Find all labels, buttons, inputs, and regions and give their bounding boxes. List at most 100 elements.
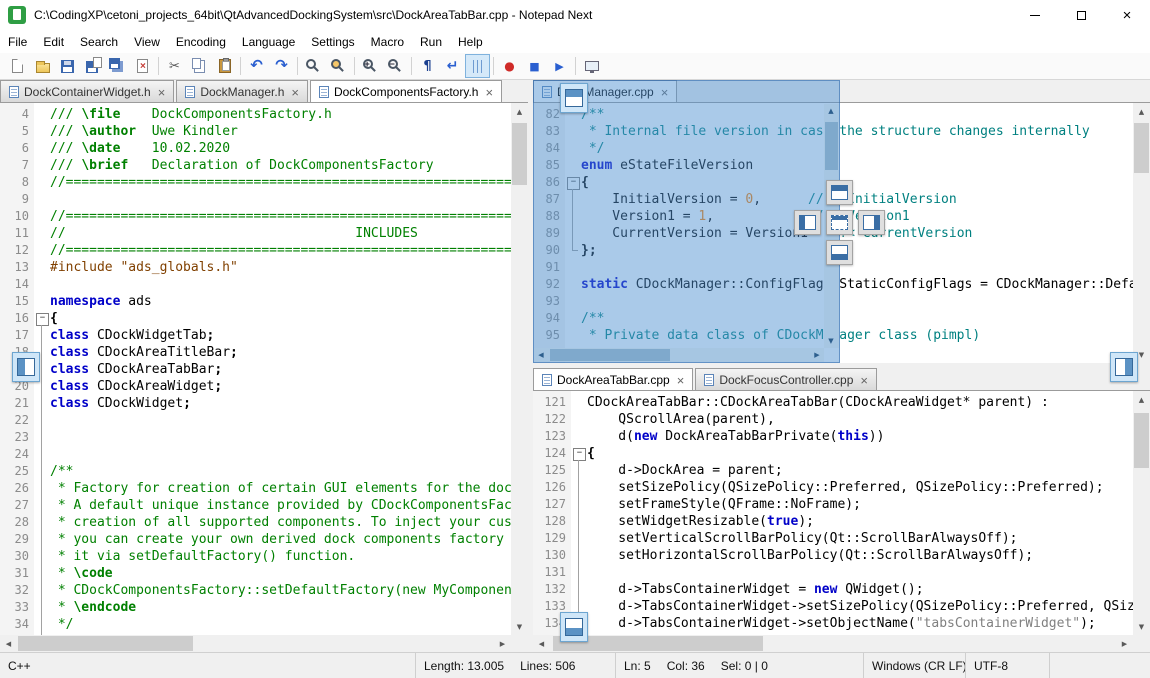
scrollbar-thumb[interactable] (1134, 413, 1149, 468)
line-number: 24 (0, 446, 34, 463)
tab-dockareatabbar.cpp[interactable]: DockAreaTabBar.cpp× (533, 368, 693, 391)
scroll-up-icon[interactable]: ▲ (511, 103, 528, 120)
save-file-button[interactable] (55, 54, 80, 78)
redo-button[interactable] (269, 54, 294, 78)
word-wrap-button[interactable] (440, 54, 465, 78)
show-all-characters-button[interactable] (415, 54, 440, 78)
dock-edge-indicator-left[interactable] (12, 352, 40, 382)
menu-item-run[interactable]: Run (412, 30, 450, 53)
find-button[interactable] (301, 54, 326, 78)
menu-item-file[interactable]: File (0, 30, 35, 53)
tab-close-icon[interactable]: × (158, 86, 166, 99)
tab-dockcontainerwidget.h[interactable]: DockContainerWidget.h× (0, 80, 174, 103)
horizontal-scrollbar[interactable]: ◀ ▶ (533, 635, 1133, 652)
menu-item-view[interactable]: View (126, 30, 168, 53)
file-icon (542, 374, 552, 386)
zoom-out-button[interactable] (383, 54, 408, 78)
line-number: 25 (0, 463, 34, 480)
code-editor-dockcomponentsfactory[interactable]: 4/// \file DockComponentsFactory.h5/// \… (0, 103, 528, 652)
code-text (50, 429, 511, 446)
fold-margin (571, 394, 587, 411)
drop-area-top[interactable] (826, 180, 853, 205)
status-text: Windows (CR LF) (872, 659, 966, 673)
menu-item-help[interactable]: Help (450, 30, 491, 53)
bottom-right-code[interactable]: 121CDockAreaTabBar::CDockAreaTabBar(CDoc… (533, 391, 1133, 635)
paste-button[interactable] (212, 54, 237, 78)
dock-edge-indicator-right[interactable] (1110, 352, 1138, 382)
scroll-down-icon[interactable]: ▼ (511, 618, 528, 635)
fold-margin (34, 140, 50, 157)
tab-close-icon[interactable]: × (860, 374, 868, 387)
scroll-up-icon[interactable]: ▲ (1133, 391, 1150, 408)
menu-item-edit[interactable]: Edit (35, 30, 72, 53)
fold-marker[interactable] (34, 310, 50, 327)
copy-button[interactable] (187, 54, 212, 78)
drop-area-bottom[interactable] (826, 240, 853, 265)
vertical-scrollbar[interactable]: ▲ ▼ (1133, 391, 1150, 635)
tab-close-icon[interactable]: × (291, 86, 299, 99)
macro-record-button[interactable] (497, 54, 522, 78)
indentation-guides-button[interactable] (465, 54, 490, 78)
dock-area-bottom-right: DockAreaTabBar.cpp×DockFocusController.c… (533, 368, 1150, 652)
horizontal-scrollbar[interactable]: ◀ ▶ (0, 635, 511, 652)
close-file-button[interactable] (130, 54, 155, 78)
single-view-button[interactable] (579, 54, 604, 78)
macro-play-icon (555, 57, 563, 75)
menu-item-macro[interactable]: Macro (363, 30, 412, 53)
fold-marker[interactable] (571, 445, 587, 462)
drop-area-center[interactable] (826, 210, 853, 235)
line-number: 126 (533, 479, 571, 496)
maximize-button[interactable] (1058, 0, 1104, 30)
drop-area-right[interactable] (858, 210, 885, 235)
line-number: 17 (0, 327, 34, 344)
scrollbar-thumb[interactable] (18, 636, 193, 651)
vertical-scrollbar[interactable]: ▲ ▼ (1133, 103, 1150, 363)
new-file-button[interactable] (5, 54, 30, 78)
replace-button[interactable] (326, 54, 351, 78)
scroll-down-icon[interactable]: ▼ (1133, 618, 1150, 635)
tab-close-icon[interactable]: × (677, 374, 685, 387)
toolbar-separator (240, 57, 241, 75)
code-editor-dockareatabbar[interactable]: 121CDockAreaTabBar::CDockAreaTabBar(CDoc… (533, 391, 1150, 652)
tab-label: DockComponentsFactory.h (334, 85, 479, 99)
dock-edge-indicator-top[interactable] (560, 83, 588, 113)
scroll-left-icon[interactable]: ◀ (533, 635, 550, 652)
fold-margin (571, 462, 587, 479)
left-code[interactable]: 4/// \file DockComponentsFactory.h5/// \… (0, 103, 511, 635)
scroll-up-icon[interactable]: ▲ (1133, 103, 1150, 120)
status-text: Sel: 0 | 0 (721, 659, 768, 673)
code-line: 13#include "ads_globals.h" (0, 259, 511, 276)
minimize-button[interactable] (1012, 0, 1058, 30)
scrollbar-thumb[interactable] (1134, 123, 1149, 173)
menu-item-search[interactable]: Search (72, 30, 126, 53)
tab-dockcomponentsfactory.h[interactable]: DockComponentsFactory.h × (310, 80, 502, 103)
zoom-in-button[interactable] (358, 54, 383, 78)
line-number: 23 (0, 429, 34, 446)
scroll-right-icon[interactable]: ▶ (494, 635, 511, 652)
scroll-right-icon[interactable]: ▶ (1116, 635, 1133, 652)
save-copy-button[interactable] (80, 54, 105, 78)
code-line: 134 d->TabsContainerWidget->setObjectNam… (533, 615, 1133, 632)
macro-stop-button[interactable] (522, 54, 547, 78)
vertical-scrollbar[interactable]: ▲ ▼ (511, 103, 528, 635)
fold-margin (34, 599, 50, 616)
tab-dockfocuscontroller.cpp[interactable]: DockFocusController.cpp× (695, 368, 877, 391)
macro-play-button[interactable] (547, 54, 572, 78)
save-all-button[interactable] (105, 54, 130, 78)
code-line: 122 QScrollArea(parent), (533, 411, 1133, 428)
dock-edge-indicator-bottom[interactable] (560, 612, 588, 642)
scroll-left-icon[interactable]: ◀ (0, 635, 17, 652)
menu-item-language[interactable]: Language (234, 30, 303, 53)
show-all-characters-icon (423, 57, 431, 75)
scrollbar-thumb[interactable] (512, 123, 527, 185)
undo-button[interactable] (244, 54, 269, 78)
cut-button[interactable] (162, 54, 187, 78)
tab-dockmanager.h[interactable]: DockManager.h× (176, 80, 308, 103)
drop-area-left[interactable] (794, 210, 821, 235)
menu-item-settings[interactable]: Settings (303, 30, 362, 53)
tab-close-icon[interactable]: × (485, 86, 493, 99)
close-button[interactable]: × (1104, 0, 1150, 30)
open-file-button[interactable] (30, 54, 55, 78)
line-number: 14 (0, 276, 34, 293)
menu-item-encoding[interactable]: Encoding (168, 30, 234, 53)
